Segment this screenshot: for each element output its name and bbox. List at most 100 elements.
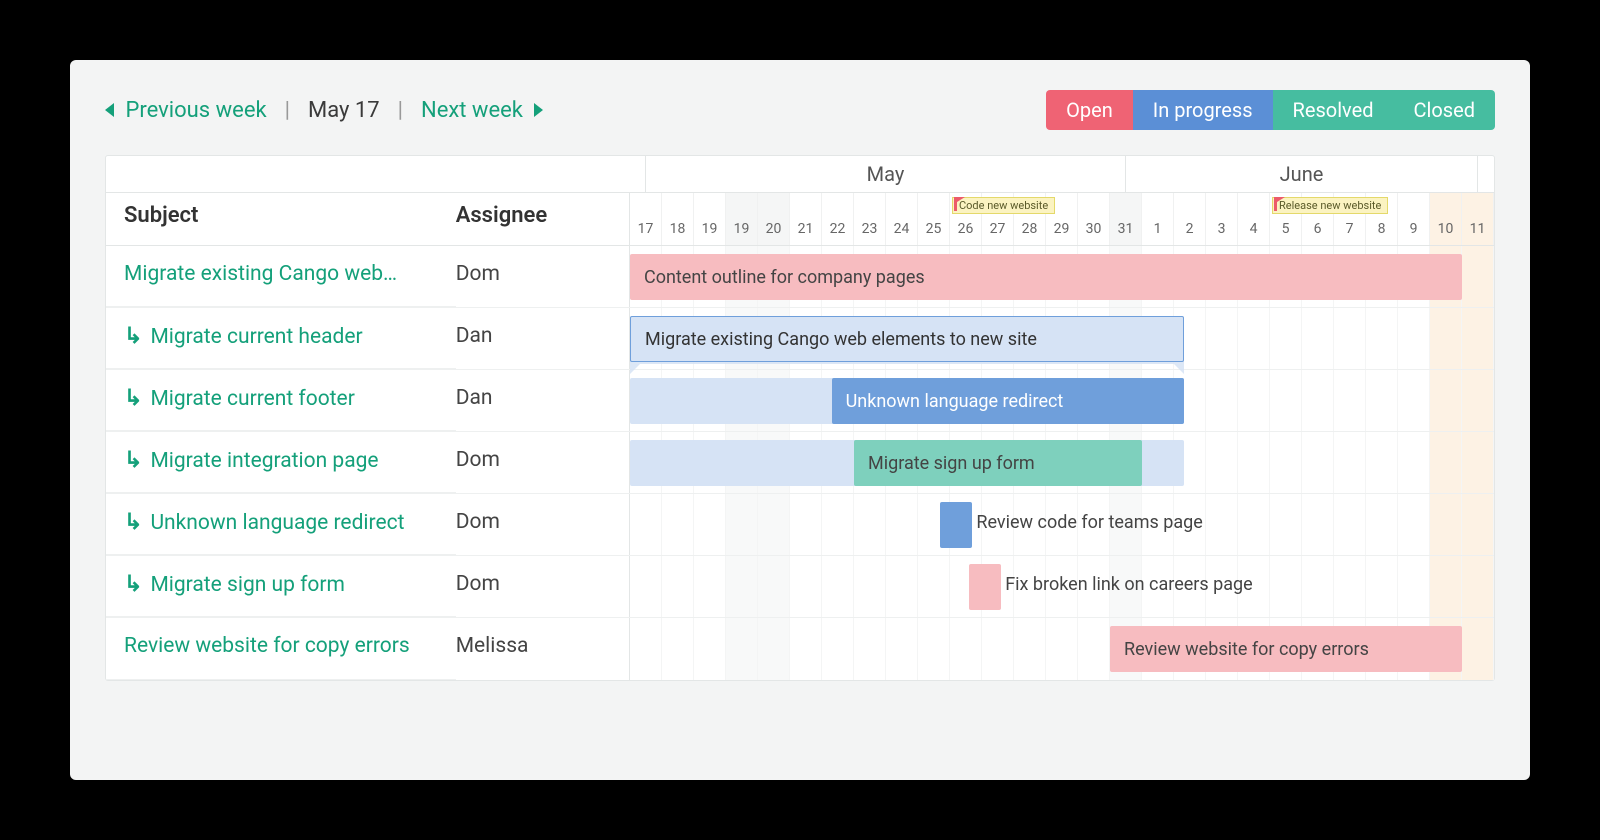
timeline-cell bbox=[662, 618, 694, 680]
task-subject[interactable]: ↳ Unknown language redirect bbox=[106, 494, 456, 555]
task-row: ↳Migrate current footerDan Unknown langua… bbox=[106, 370, 1494, 432]
day-col: 3 bbox=[1206, 193, 1238, 245]
timeline-cell bbox=[1430, 494, 1462, 555]
child-arrow-icon: ↳ bbox=[124, 510, 142, 535]
timeline-cell bbox=[1302, 370, 1334, 431]
legend-open[interactable]: Open bbox=[1046, 90, 1133, 130]
timeline-cell bbox=[790, 618, 822, 680]
task-subject[interactable]: Migrate existing Cango web… bbox=[106, 246, 456, 307]
gantt-bar[interactable]: Unknown language redirect bbox=[832, 378, 1184, 424]
timeline-cell bbox=[886, 556, 918, 617]
timeline-cell bbox=[1238, 370, 1270, 431]
bar-label: Review website for copy errors bbox=[1124, 639, 1369, 660]
timeline-cell bbox=[854, 618, 886, 680]
task-subject-text: Migrate existing Cango web… bbox=[124, 262, 397, 286]
timeline-cell bbox=[1398, 494, 1430, 555]
task-assignee: Dan bbox=[456, 308, 630, 369]
task-subject-text: Unknown language redirect bbox=[150, 511, 404, 535]
day-col: 11 bbox=[1462, 193, 1494, 245]
day-col: 30 bbox=[1078, 193, 1110, 245]
timeline-cell bbox=[822, 618, 854, 680]
timeline-cell bbox=[1462, 556, 1494, 617]
day-col: 1 bbox=[1142, 193, 1174, 245]
task-row: ↳Migrate sign up formDomFix broken link … bbox=[106, 556, 1494, 618]
timeline-cell bbox=[1334, 432, 1366, 493]
timeline-cell bbox=[1462, 618, 1494, 680]
timeline-cell bbox=[1430, 556, 1462, 617]
task-subject[interactable]: ↳ Migrate sign up form bbox=[106, 556, 456, 617]
task-timeline: Unknown language redirect bbox=[630, 370, 1494, 431]
milestone-label: Code new website bbox=[952, 197, 1055, 214]
task-subject[interactable]: Review website for copy errors bbox=[106, 618, 456, 680]
timeline-cell bbox=[1398, 370, 1430, 431]
chevron-right-icon bbox=[534, 103, 543, 117]
gantt-bar[interactable] bbox=[940, 502, 972, 548]
timeline-cell bbox=[1462, 308, 1494, 369]
col-assignee: Assignee bbox=[456, 193, 630, 245]
timeline-cell bbox=[758, 618, 790, 680]
gantt-bar[interactable]: Migrate existing Cango web elements to n… bbox=[630, 316, 1184, 362]
timeline-cell bbox=[1206, 308, 1238, 369]
task-subject-text: Migrate integration page bbox=[150, 449, 378, 473]
timeline-cell bbox=[1206, 370, 1238, 431]
task-subject[interactable]: ↳ Migrate integration page bbox=[106, 432, 456, 493]
timeline-cell bbox=[1334, 556, 1366, 617]
timeline-cell bbox=[1270, 494, 1302, 555]
task-rows: Migrate existing Cango web…DomContent ou… bbox=[106, 246, 1494, 680]
task-assignee: Dom bbox=[456, 246, 630, 307]
gantt-bar[interactable]: Content outline for company pages bbox=[630, 254, 1462, 300]
prev-week-link[interactable]: Previous week bbox=[105, 98, 267, 123]
gantt-bar[interactable] bbox=[969, 564, 1001, 610]
timeline-cell bbox=[886, 618, 918, 680]
month-may: May bbox=[646, 156, 1126, 192]
timeline-cell bbox=[982, 618, 1014, 680]
legend-closed[interactable]: Closed bbox=[1394, 90, 1496, 130]
task-assignee: Dom bbox=[456, 494, 630, 555]
current-date: May 17 bbox=[308, 98, 380, 123]
timeline-cell bbox=[630, 618, 662, 680]
timeline-cell bbox=[1206, 494, 1238, 555]
timeline-cell bbox=[1430, 308, 1462, 369]
task-row: Migrate existing Cango web… DomContent ou… bbox=[106, 246, 1494, 308]
task-timeline: Review code for teams page bbox=[630, 494, 1494, 555]
timeline-cell bbox=[662, 494, 694, 555]
timeline-cell bbox=[918, 556, 950, 617]
task-subject[interactable]: ↳Migrate current footer bbox=[106, 370, 456, 431]
timeline-cell bbox=[1334, 494, 1366, 555]
task-timeline: Migrate sign up form bbox=[630, 432, 1494, 493]
task-row: Review website for copy errorsMelissaRev… bbox=[106, 618, 1494, 680]
gantt-bar[interactable]: Review website for copy errors bbox=[1110, 626, 1462, 672]
task-subject-text: Migrate sign up form bbox=[150, 573, 345, 597]
task-subject[interactable]: ↳Migrate current header bbox=[106, 308, 456, 369]
column-header: Subject Assignee 1718191920212223242526C… bbox=[106, 193, 1494, 246]
timeline-cell bbox=[854, 494, 886, 555]
task-row: ↳ Unknown language redirect Dom Review code… bbox=[106, 494, 1494, 556]
legend-resolved[interactable]: Resolved bbox=[1273, 90, 1394, 130]
gantt-bar[interactable]: Migrate sign up form bbox=[854, 440, 1142, 486]
day-col: 17 bbox=[630, 193, 662, 245]
timeline-cell bbox=[694, 494, 726, 555]
next-week-link[interactable]: Next week bbox=[421, 98, 543, 123]
timeline-cell bbox=[1430, 370, 1462, 431]
timeline-cell bbox=[790, 494, 822, 555]
day-col: 19 bbox=[694, 193, 726, 245]
timeline-cell bbox=[1270, 308, 1302, 369]
child-arrow-icon: ↳ bbox=[124, 572, 142, 597]
bar-label: Review code for teams page bbox=[976, 512, 1202, 533]
timeline-cell bbox=[918, 618, 950, 680]
task-assignee: Dan bbox=[456, 370, 630, 431]
timeline-cell bbox=[1270, 556, 1302, 617]
timeline-cell bbox=[758, 494, 790, 555]
timeline-cell bbox=[854, 556, 886, 617]
child-arrow-icon: ↳ bbox=[124, 324, 142, 349]
timeline-cell bbox=[630, 494, 662, 555]
timeline-cell bbox=[790, 556, 822, 617]
timeline-cell bbox=[1238, 432, 1270, 493]
separator: | bbox=[398, 98, 403, 123]
timeline-cell bbox=[758, 556, 790, 617]
child-arrow-icon: ↳ bbox=[124, 448, 142, 473]
day-col: 21 bbox=[790, 193, 822, 245]
timeline-cell bbox=[694, 618, 726, 680]
legend-in-progress[interactable]: In progress bbox=[1133, 90, 1273, 130]
col-subject: Subject bbox=[106, 193, 456, 245]
